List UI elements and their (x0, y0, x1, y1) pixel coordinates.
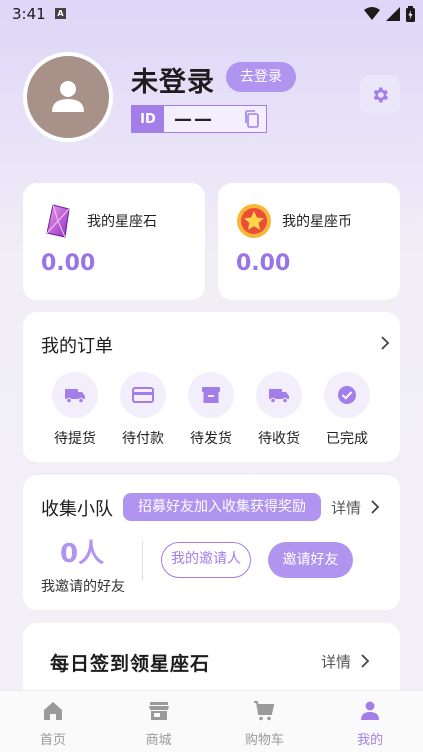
wallet-card-coins[interactable]: 我的星座币 0.00 (218, 183, 400, 300)
order-icon-bg (120, 372, 166, 418)
order-label: 待付款 (122, 431, 164, 447)
divider (142, 541, 143, 581)
nav-mine[interactable]: 我的 (317, 691, 423, 752)
order-icon-bg (188, 372, 234, 418)
nav-label: 商城 (145, 733, 172, 748)
order-label: 待发货 (190, 431, 232, 447)
team-title: 收集小队 (41, 499, 113, 520)
order-icon-bg (256, 372, 302, 418)
settings-button[interactable] (360, 75, 400, 115)
invite-friends-button[interactable]: 邀请好友 (268, 542, 353, 578)
nav-label: 首页 (39, 733, 66, 748)
checkin-detail-link[interactable]: 详情 (321, 651, 351, 672)
store-icon (148, 702, 169, 720)
battery-icon (406, 6, 415, 22)
team-recruit-banner[interactable]: 招募好友加入收集获得奖励 (123, 493, 321, 521)
orders-card: 我的订单 待提货 待付款 待发货 待收货 已完成 (23, 312, 400, 462)
wallet-value: 0.00 (41, 251, 96, 276)
login-status-title: 未登录 (131, 67, 215, 98)
id-tag: ID (132, 106, 164, 132)
gear-icon (373, 87, 388, 103)
home-icon (43, 702, 62, 720)
checkin-chevron-right-icon[interactable] (358, 654, 372, 668)
checkin-title: 每日签到领星座石 (50, 653, 211, 675)
status-bar: 3:41 A (0, 0, 423, 30)
card-icon (132, 387, 154, 403)
user-id-box: ID —— (131, 105, 267, 133)
person-icon (361, 701, 380, 720)
signal-icon (386, 7, 400, 21)
wallet-label: 我的星座石 (87, 214, 157, 230)
order-item-payment[interactable]: 待付款 (113, 372, 173, 448)
order-item-receiving[interactable]: 待收货 (249, 372, 309, 448)
copy-icon[interactable] (242, 109, 262, 129)
notification-icon: A (55, 8, 66, 19)
order-label: 已完成 (326, 431, 368, 447)
box-icon (202, 387, 220, 403)
nav-home[interactable]: 首页 (0, 691, 106, 752)
orders-title: 我的订单 (41, 336, 113, 357)
invited-count-label: 我邀请的好友 (41, 579, 125, 595)
team-chevron-right-icon[interactable] (368, 500, 382, 514)
team-card: 收集小队 招募好友加入收集获得奖励 详情 0人 我邀请的好友 我的邀请人 邀请好… (23, 475, 400, 610)
star-coin-icon (237, 204, 271, 238)
order-label: 待收货 (258, 431, 300, 447)
order-icon-bg (324, 372, 370, 418)
wifi-icon (364, 7, 380, 20)
bottom-nav: 首页 商城 购物车 我的 (0, 690, 423, 752)
person-icon (52, 81, 84, 112)
delivery-truck-icon (269, 389, 289, 404)
wallet-value: 0.00 (236, 251, 291, 276)
login-button[interactable]: 去登录 (226, 62, 296, 92)
nav-store[interactable]: 商城 (106, 691, 212, 752)
nav-label: 我的 (357, 733, 384, 748)
cart-icon (254, 701, 275, 721)
orders-chevron-right-icon[interactable] (378, 336, 392, 350)
my-inviter-button[interactable]: 我的邀请人 (161, 542, 251, 578)
nav-label: 购物车 (244, 733, 284, 748)
wallet-label: 我的星座币 (282, 214, 352, 230)
status-indicators (364, 6, 415, 22)
nav-cart[interactable]: 购物车 (212, 691, 318, 752)
id-value: —— (174, 108, 214, 130)
order-label: 待提货 (54, 431, 96, 447)
status-time: 3:41 (12, 5, 46, 23)
invited-count: 0人 (60, 539, 105, 569)
truck-icon (65, 389, 85, 404)
order-item-pickup[interactable]: 待提货 (45, 372, 105, 448)
check-circle-icon (338, 386, 356, 404)
gem-icon (46, 204, 70, 238)
team-detail-link[interactable]: 详情 (331, 497, 361, 518)
order-icon-bg (52, 372, 98, 418)
wallet-card-stones[interactable]: 我的星座石 0.00 (23, 183, 205, 300)
avatar[interactable] (23, 52, 113, 142)
order-item-shipping[interactable]: 待发货 (181, 372, 241, 448)
order-item-completed[interactable]: 已完成 (317, 372, 377, 448)
